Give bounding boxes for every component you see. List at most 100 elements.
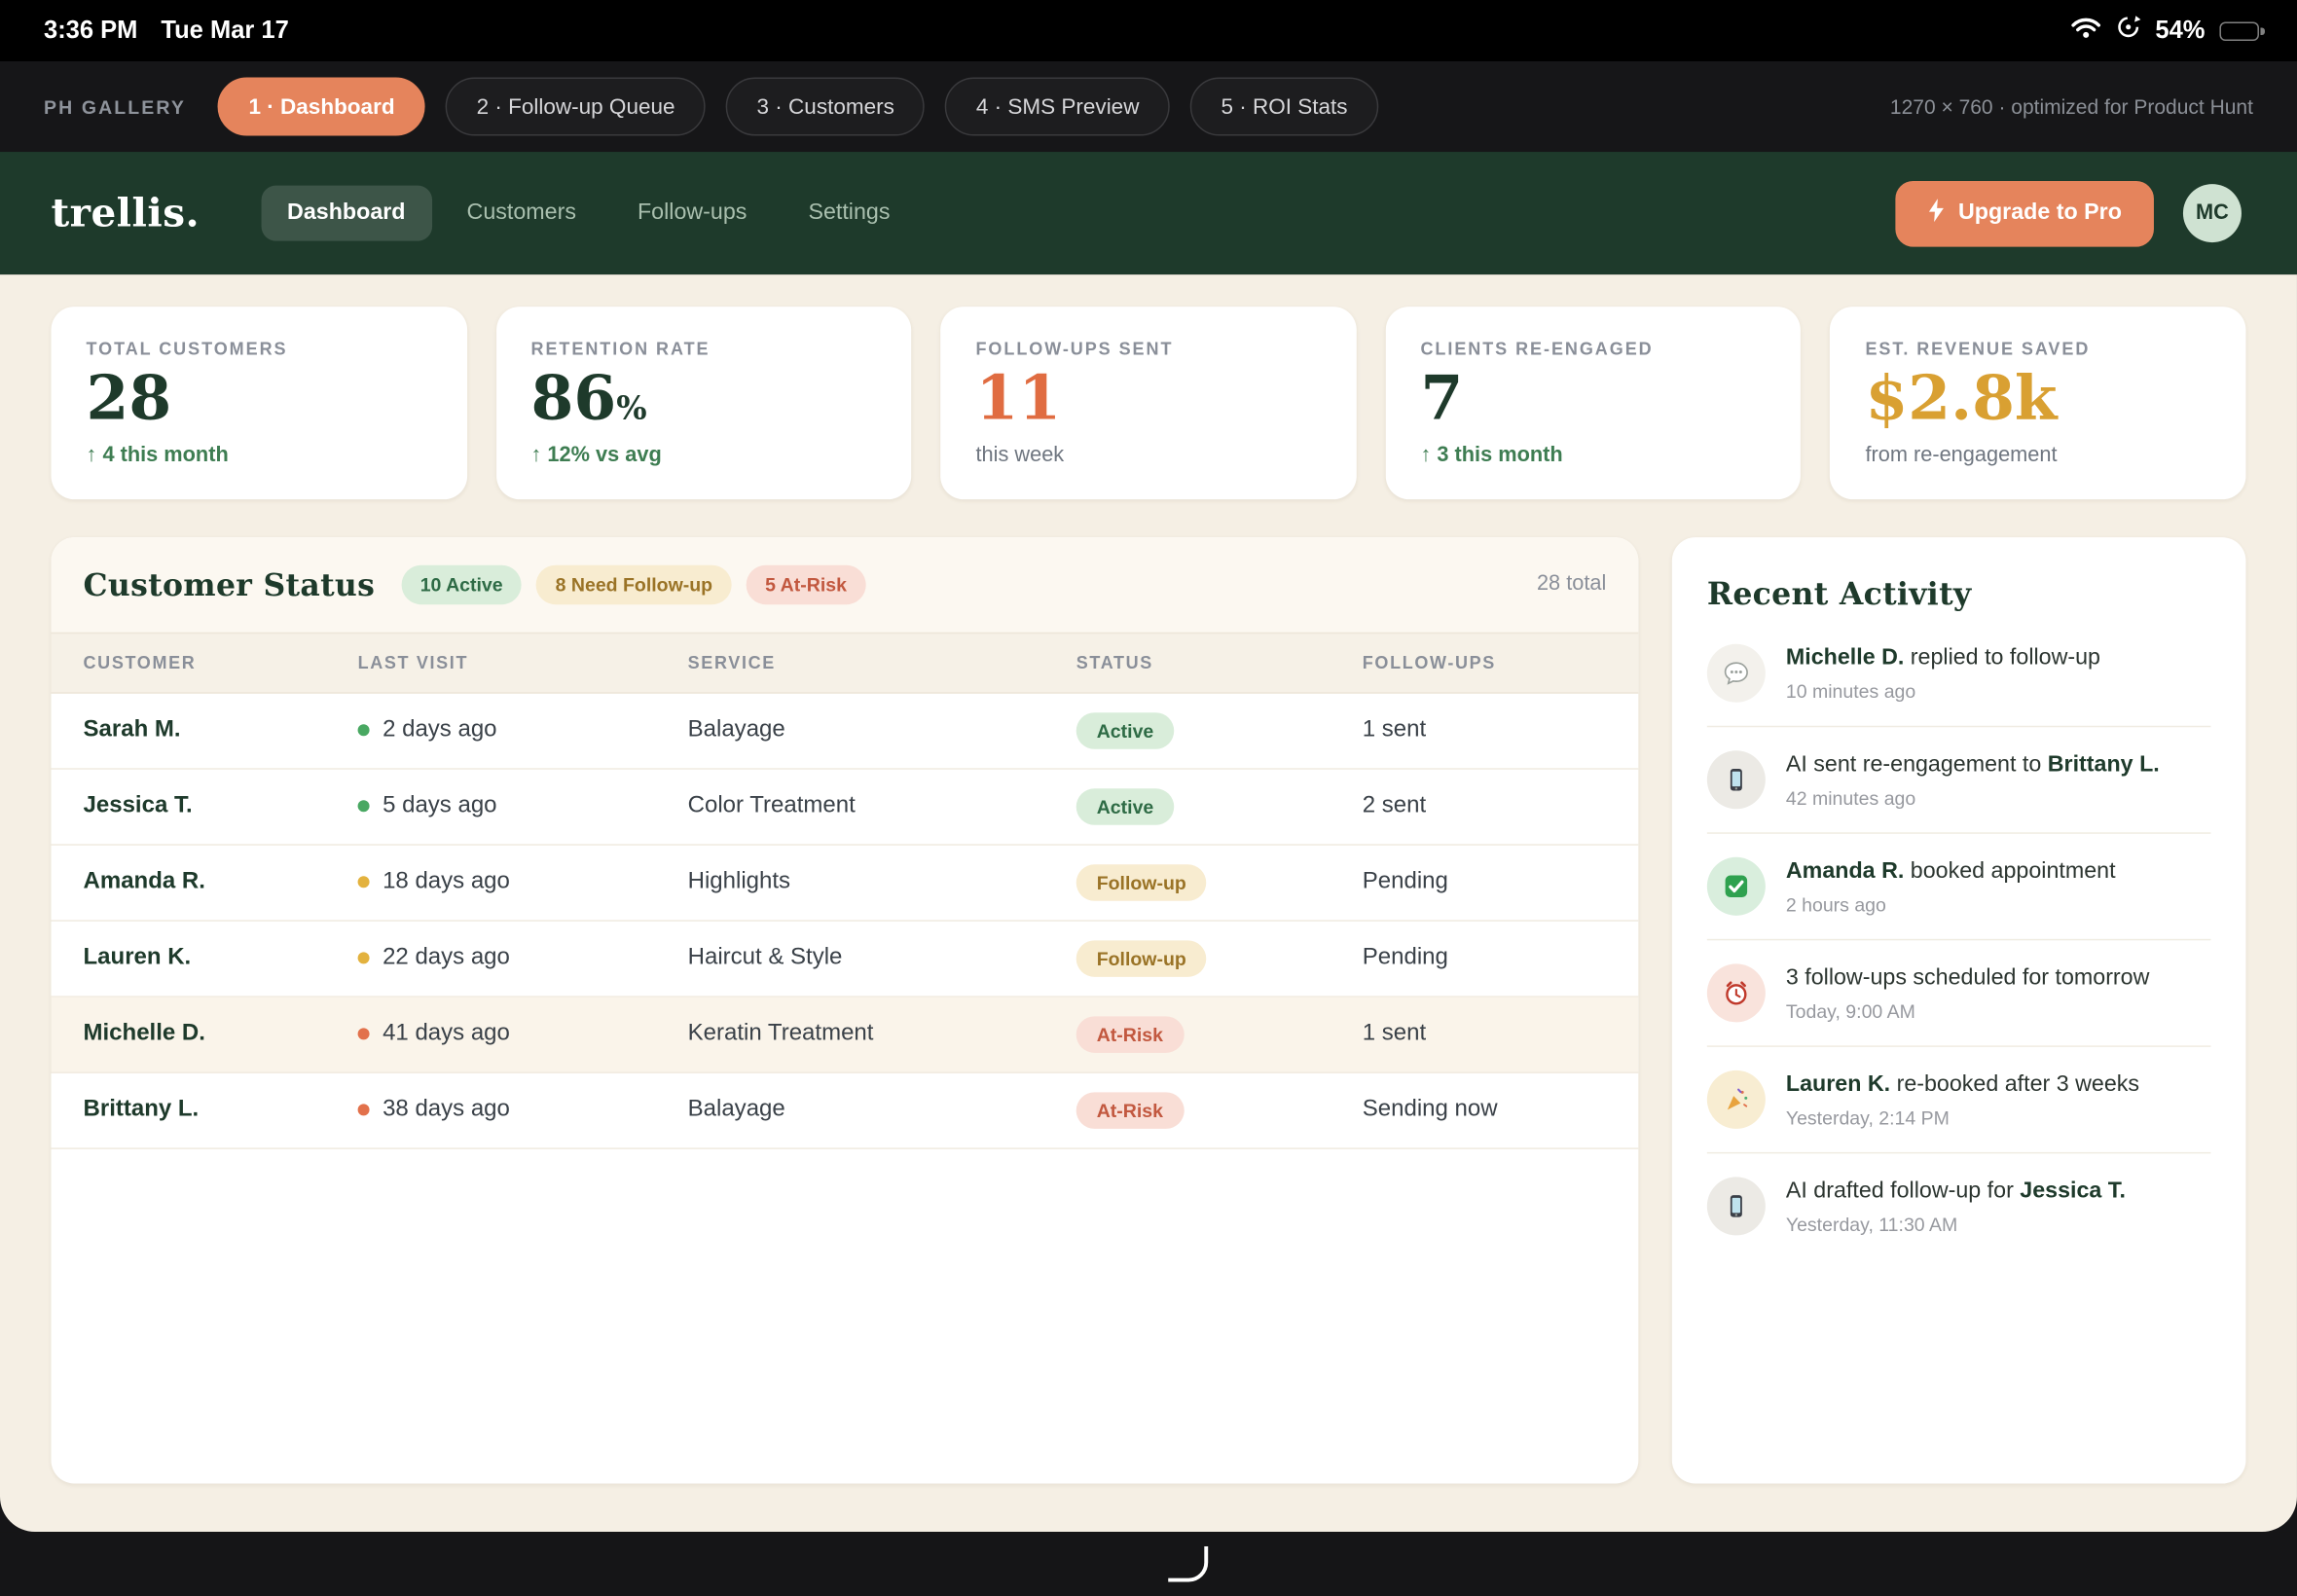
activity-item: Michelle D. replied to follow-up 10 minu…: [1707, 620, 2211, 727]
activity-item: Lauren K. re-booked after 3 weeks Yester…: [1707, 1047, 2211, 1154]
stat-unit: %: [616, 390, 646, 428]
activity-item: AI drafted follow-up for Jessica T. Yest…: [1707, 1153, 2211, 1258]
table-row[interactable]: Sarah M. 2 days ago Balayage Active 1 se…: [52, 693, 1639, 769]
recency-dot: [358, 953, 370, 964]
service: Balayage: [688, 717, 1076, 744]
recency-dot: [358, 725, 370, 737]
gallery-tab-roi-stats[interactable]: 5 · ROI Stats: [1190, 78, 1378, 136]
gallery-tab-sms-preview[interactable]: 4 · SMS Preview: [945, 78, 1170, 136]
upgrade-label: Upgrade to Pro: [1958, 200, 2122, 227]
upgrade-to-pro-button[interactable]: Upgrade to Pro: [1895, 180, 2153, 246]
stat-clients-reengaged: CLIENTS RE-ENGAGED 7 ↑ 3 this month: [1385, 307, 1801, 499]
stat-cards: TOTAL CUSTOMERS 28 ↑ 4 this month RETENT…: [52, 307, 2246, 499]
last-visit: 38 days ago: [383, 1097, 510, 1123]
stat-retention-rate: RETENTION RATE 86% ↑ 12% vs avg: [495, 307, 911, 499]
gallery-tabs: 1 · Dashboard 2 · Follow-up Queue 3 · Cu…: [218, 78, 1378, 136]
recent-activity-panel: Recent Activity Michelle D. replied to f…: [1672, 537, 2246, 1483]
followups-cell: Pending: [1363, 945, 1607, 971]
nav-customers[interactable]: Customers: [441, 186, 602, 241]
customer-name: Sarah M.: [84, 717, 358, 744]
table-header: CUSTOMER LAST VISIT SERVICE STATUS FOLLO…: [52, 632, 1639, 693]
nav-dashboard[interactable]: Dashboard: [261, 186, 431, 241]
customer-name: Jessica T.: [84, 793, 358, 819]
gallery-tab-dashboard[interactable]: 1 · Dashboard: [218, 78, 425, 136]
battery-percent: 54%: [2155, 17, 2205, 46]
bottom-bar: [0, 1532, 2297, 1596]
customer-name: Lauren K.: [84, 945, 358, 971]
nav-settings[interactable]: Settings: [782, 186, 916, 241]
table-row[interactable]: Amanda R. 18 days ago Highlights Follow-…: [52, 846, 1639, 922]
badge-at-risk[interactable]: 5 At-Risk: [747, 564, 866, 604]
cursor-stroke-mark: [1168, 1546, 1212, 1595]
customer-name: Michelle D.: [84, 1021, 358, 1047]
phone-icon: [1707, 750, 1766, 809]
gallery-label: PH GALLERY: [44, 95, 186, 118]
avatar[interactable]: MC: [2183, 184, 2242, 242]
col-last-visit: LAST VISIT: [358, 652, 688, 672]
phone-icon: [1707, 1177, 1766, 1235]
status-badge: Follow-up: [1076, 940, 1207, 977]
badge-active[interactable]: 10 Active: [401, 564, 522, 604]
followups-cell: 1 sent: [1363, 1021, 1607, 1047]
status-filter-badges: 10 Active 8 Need Follow-up 5 At-Risk: [401, 564, 865, 604]
last-visit: 41 days ago: [383, 1021, 510, 1047]
clock: 3:36 PM: [44, 17, 137, 46]
badge-need-followup[interactable]: 8 Need Follow-up: [536, 564, 731, 604]
table-row[interactable]: Jessica T. 5 days ago Color Treatment Ac…: [52, 770, 1639, 846]
gallery-bar: PH GALLERY 1 · Dashboard 2 · Follow-up Q…: [0, 61, 2297, 152]
followups-cell: 2 sent: [1363, 793, 1607, 819]
status-badge: Active: [1076, 712, 1175, 749]
stat-sub: ↑ 3 this month: [1420, 444, 1766, 467]
status-badge: At-Risk: [1076, 1092, 1184, 1129]
status-badge: Active: [1076, 788, 1175, 825]
table-row[interactable]: Michelle D. 41 days ago Keratin Treatmen…: [52, 998, 1639, 1073]
customer-status-header: Customer Status 10 Active 8 Need Follow-…: [52, 537, 1639, 633]
battery-icon: [2219, 21, 2259, 41]
followups-cell: Sending now: [1363, 1097, 1607, 1123]
stat-label: RETENTION RATE: [530, 339, 876, 359]
table-row[interactable]: Brittany L. 38 days ago Balayage At-Risk…: [52, 1073, 1639, 1149]
service: Highlights: [688, 869, 1076, 895]
nav-followups[interactable]: Follow-ups: [611, 186, 773, 241]
last-visit: 5 days ago: [383, 793, 496, 819]
stat-value: 11: [975, 368, 1321, 430]
app-nav: Dashboard Customers Follow-ups Settings: [261, 186, 916, 241]
date: Tue Mar 17: [161, 17, 288, 46]
recency-dot: [358, 1105, 370, 1116]
stat-sub: from re-engagement: [1865, 444, 2210, 467]
check-icon: [1707, 857, 1766, 916]
activity-time: 2 hours ago: [1786, 893, 2116, 916]
gallery-tab-customers[interactable]: 3 · Customers: [726, 78, 925, 136]
stat-label: FOLLOW-UPS SENT: [975, 339, 1321, 359]
recency-dot: [358, 877, 370, 889]
alarm-clock-icon: [1707, 963, 1766, 1022]
stat-value: 86%: [530, 368, 876, 430]
service: Balayage: [688, 1097, 1076, 1123]
app-header: trellis. Dashboard Customers Follow-ups …: [0, 152, 2297, 274]
last-visit: 22 days ago: [383, 945, 510, 971]
table-row[interactable]: Lauren K. 22 days ago Haircut & Style Fo…: [52, 922, 1639, 998]
activity-time: 42 minutes ago: [1786, 786, 2160, 809]
col-followups: FOLLOW-UPS: [1363, 652, 1607, 672]
activity-time: Yesterday, 2:14 PM: [1786, 1106, 2139, 1129]
activity-item: AI sent re-engagement to Brittany L. 42 …: [1707, 727, 2211, 834]
activity-time: Today, 9:00 AM: [1786, 999, 2150, 1022]
col-service: SERVICE: [688, 652, 1076, 672]
activity-item: 3 follow-ups scheduled for tomorrow Toda…: [1707, 940, 2211, 1047]
followups-cell: Pending: [1363, 869, 1607, 895]
activity-time: 10 minutes ago: [1786, 680, 2100, 703]
customer-status-title: Customer Status: [84, 566, 376, 603]
stat-value: 7: [1420, 368, 1766, 430]
customer-name: Amanda R.: [84, 869, 358, 895]
recency-dot: [358, 1029, 370, 1040]
trellis-logo[interactable]: trellis.: [52, 191, 201, 236]
bolt-icon: [1927, 198, 1945, 229]
stat-sub: this week: [975, 444, 1321, 467]
status-bar: 3:36 PM Tue Mar 17 54%: [0, 0, 2297, 61]
gallery-tab-followup-queue[interactable]: 2 · Follow-up Queue: [446, 78, 706, 136]
customer-name: Brittany L.: [84, 1097, 358, 1123]
stat-revenue-saved: EST. REVENUE SAVED $2.8k from re-engagem…: [1830, 307, 2245, 499]
status-badge: At-Risk: [1076, 1016, 1184, 1053]
stat-label: CLIENTS RE-ENGAGED: [1420, 339, 1766, 359]
service: Keratin Treatment: [688, 1021, 1076, 1047]
